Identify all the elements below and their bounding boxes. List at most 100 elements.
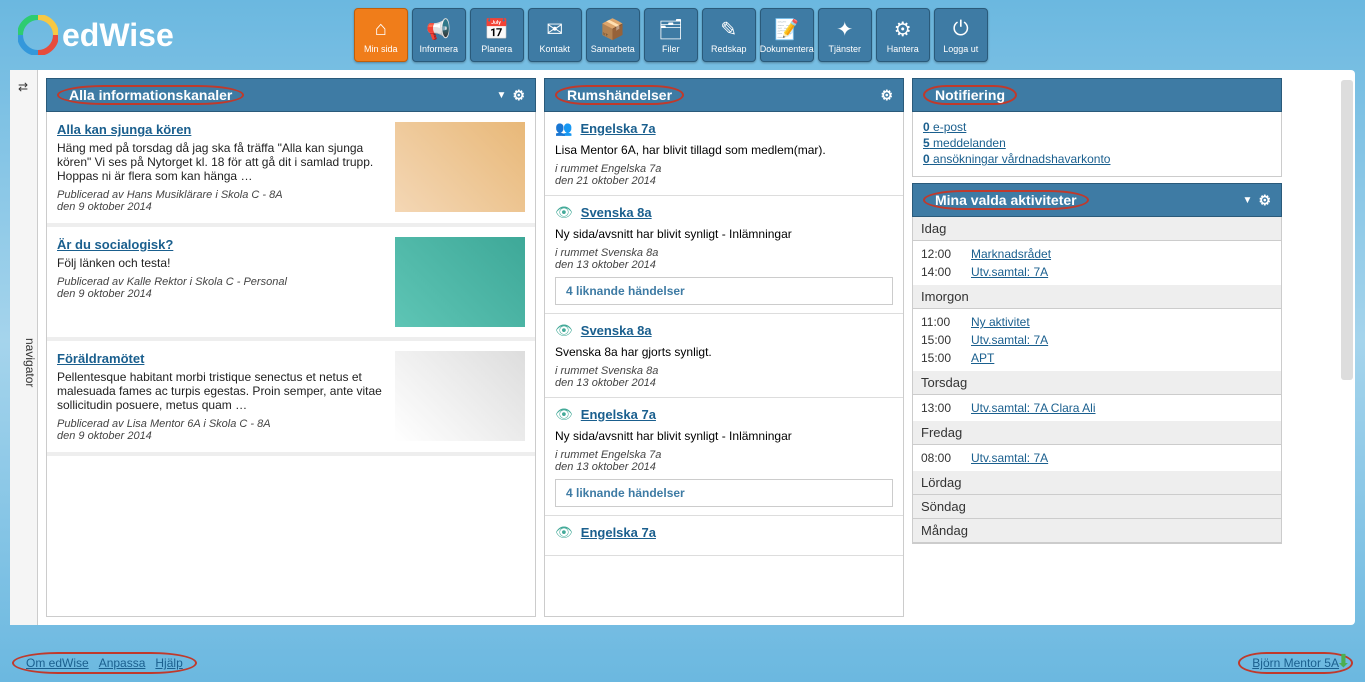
event-link[interactable]: Marknadsrådet [971,247,1051,261]
room-icon: 👁 [555,204,573,221]
nav-planera[interactable]: 📅 Planera [470,8,524,62]
room-similar-link[interactable]: 4 liknande händelser [555,479,893,507]
download-icon[interactable]: ⬇ [1336,651,1351,672]
room-item: 👁 Svenska 8a Ny sida/avsnitt har blivit … [545,196,903,314]
event-link[interactable]: Utv.samtal: 7A [971,265,1048,279]
footer-link[interactable]: Hjälp [155,656,182,670]
scrollbar[interactable] [1341,80,1353,380]
footer-link[interactable]: Anpassa [99,656,146,670]
rooms-panel-title: Rumshändelser [555,85,684,105]
event-time: 13:00 [921,401,961,415]
notif-panel-header: Notifiering [912,78,1282,112]
info-gear-icon[interactable]: ⚙ [512,87,525,104]
info-panel-title: Alla informationskanaler [57,85,244,105]
room-item-link[interactable]: Svenska 8a [581,205,652,220]
room-item-link[interactable]: Svenska 8a [581,323,652,338]
info-item-title[interactable]: Föräldramötet [57,351,385,366]
info-panel-header: Alla informationskanaler ▼ ⚙ [46,78,536,112]
room-item-link[interactable]: Engelska 7a [580,121,655,136]
nav-redskap[interactable]: ✎Redskap [702,8,756,62]
event-time: 11:00 [921,315,961,329]
navigator-tab[interactable]: navigator [10,70,38,625]
main-area: navigator Alla informationskanaler ▼ ⚙ A… [10,70,1355,625]
nav-tjänster[interactable]: ✦Tjänster [818,8,872,62]
room-item-link[interactable]: Engelska 7a [581,407,656,422]
nav-icon: ✦ [832,16,858,42]
info-item-image [395,351,525,441]
nav-informera[interactable]: 📢Informera [412,8,466,62]
room-icon: 👁 [555,524,573,541]
day-event: 12:00 Marknadsrådet [921,245,1273,263]
rooms-panel-body: 👥 Engelska 7a Lisa Mentor 6A, har blivit… [544,112,904,617]
activities-dropdown-icon[interactable]: ▼ [1243,195,1253,206]
notif-line[interactable]: 0 e-post [923,120,1271,134]
day-events: 12:00Marknadsrådet14:00Utv.samtal: 7A [913,241,1281,285]
event-time: 12:00 [921,247,961,261]
event-link[interactable]: Utv.samtal: 7A Clara Ali [971,401,1096,415]
room-item: 👁 Svenska 8a Svenska 8a har gjorts synli… [545,314,903,398]
nav-label: Planera [481,44,512,54]
room-item: 👥 Engelska 7a Lisa Mentor 6A, har blivit… [545,112,903,196]
event-time: 08:00 [921,451,961,465]
room-item-desc: Ny sida/avsnitt har blivit synligt - Inl… [555,429,893,443]
nav-dokumentera[interactable]: 📝Dokumentera [760,8,814,62]
info-item: Föräldramötet Pellentesque habitant morb… [47,341,535,456]
room-item-meta: i rummet Engelska 7aden 21 oktober 2014 [555,163,893,187]
footer-link[interactable]: Om edWise [26,656,89,670]
day-events: 11:00 Ny aktivitet 15:00Utv.samtal: 7A15:0… [913,309,1281,371]
event-link[interactable]: Utv.samtal: 7A [971,451,1048,465]
info-item-title[interactable]: Är du socialogisk? [57,237,385,252]
nav-icon: ⚙ [890,16,916,42]
nav-label: Min sida [364,44,398,54]
room-item-desc: Lisa Mentor 6A, har blivit tillagd som m… [555,143,893,157]
room-icon: 👥 [555,120,572,137]
info-column: Alla informationskanaler ▼ ⚙ Alla kan sj… [46,78,536,617]
right-column: Notifiering 0 e-post 5 meddelanden 0 ansök… [912,78,1282,617]
nav-samarbeta[interactable]: 📦Samarbeta [586,8,640,62]
nav-icon: ✉ [542,16,568,42]
room-item-meta: i rummet Svenska 8aden 13 oktober 2014 [555,247,893,271]
activities-gear-icon[interactable]: ⚙ [1258,192,1271,209]
nav-icon: 📅 [484,16,510,42]
info-item-image [395,237,525,327]
info-item-desc: Följ länken och testa! [57,256,385,270]
nav-icon: ⏻ [948,16,974,42]
room-item-link[interactable]: Engelska 7a [581,525,656,540]
info-item-image [395,122,525,212]
day-event: 11:00 Ny aktivitet [921,313,1273,331]
room-item-desc: Ny sida/avsnitt har blivit synligt - Inl… [555,227,893,241]
day-events: 08:00 Utv.samtal: 7A [913,445,1281,471]
logo[interactable]: edWise [18,15,174,55]
nav-icon: 📢 [426,16,452,42]
day-event: 15:00Utv.samtal: 7A [921,331,1273,349]
nav-hantera[interactable]: ⚙Hantera [876,8,930,62]
day-header: Söndag [913,495,1281,519]
day-event: 15:00APT [921,349,1273,367]
info-dropdown-icon[interactable]: ▼ [497,90,507,101]
activities-panel-title: Mina valda aktiviteter [923,190,1089,210]
nav-min-sida[interactable]: ⌂Min sida [354,8,408,62]
room-item-meta: i rummet Engelska 7aden 13 oktober 2014 [555,449,893,473]
day-events: 13:00 Utv.samtal: 7A Clara Ali [913,395,1281,421]
day-header: Imorgon [913,285,1281,309]
info-panel-body: Alla kan sjunga kören Häng med på torsda… [46,112,536,617]
nav-label: Dokumentera [760,44,814,54]
nav-icon: 📦 [600,16,626,42]
footer-user-link[interactable]: Björn Mentor 5A [1252,656,1339,670]
rooms-panel-header: Rumshändelser ⚙ [544,78,904,112]
nav-kontakt[interactable]: ✉Kontakt [528,8,582,62]
info-item-title[interactable]: Alla kan sjunga kören [57,122,385,137]
event-link[interactable]: Ny aktivitet [971,315,1030,329]
notif-line[interactable]: 0 ansökningar vårdnadshavarkonto [923,152,1271,166]
day-header: Torsdag [913,371,1281,395]
event-link[interactable]: Utv.samtal: 7A [971,333,1048,347]
room-item: 👁 Engelska 7a [545,516,903,556]
event-link[interactable]: APT [971,351,994,365]
nav-filer[interactable]: 🗂Filer [644,8,698,62]
room-item-meta: i rummet Svenska 8aden 13 oktober 2014 [555,365,893,389]
logo-text: edWise [62,17,174,54]
rooms-gear-icon[interactable]: ⚙ [880,87,893,104]
notif-line[interactable]: 5 meddelanden [923,136,1271,150]
room-similar-link[interactable]: 4 liknande händelser [555,277,893,305]
nav-logga-ut[interactable]: ⏻Logga ut [934,8,988,62]
